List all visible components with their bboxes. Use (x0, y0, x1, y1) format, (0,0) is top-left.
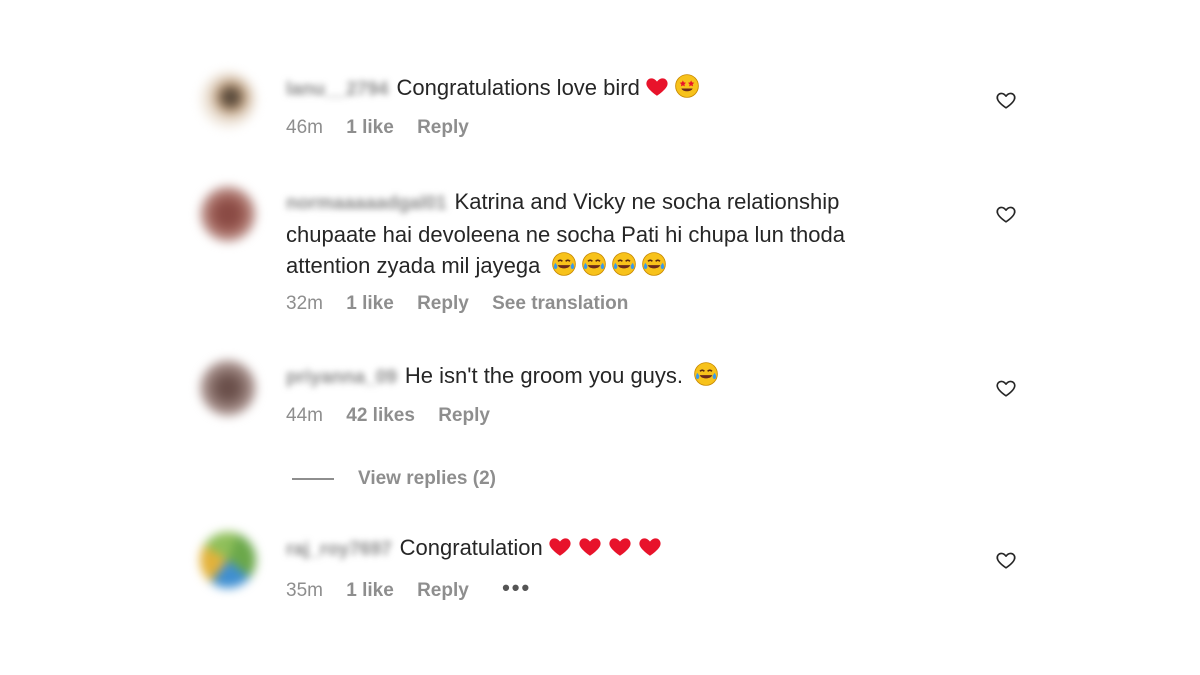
more-options-icon[interactable]: ••• (502, 577, 531, 599)
heart-outline-icon[interactable] (992, 546, 1020, 574)
heart-emoji (644, 73, 670, 99)
comment-item: lanu__2794 Congratulations love bird 46m … (200, 72, 1020, 162)
comment-meta: 44m 42 likes Reply (286, 405, 906, 427)
like-count[interactable]: 1 like (346, 580, 394, 602)
comment-body: lanu__2794 Congratulations love bird 46m … (286, 72, 906, 139)
joy-emoji (611, 251, 637, 277)
heart-emoji (547, 533, 573, 559)
comment-body: normaaaaadgal01 Katrina and Vicky ne soch… (286, 186, 906, 315)
heart-emoji (637, 533, 663, 559)
heart-outline-icon[interactable] (992, 86, 1020, 114)
comment-item: raj_roy7697 Congratulation 35m 1 like Rep… (200, 532, 1020, 622)
like-count[interactable]: 1 like (346, 117, 394, 139)
comment-text: Katrina and Vicky ne socha relationship (454, 189, 840, 214)
comment-username[interactable]: lanu__2794 (286, 74, 388, 105)
comment-text-line: normaaaaadgal01 Katrina and Vicky ne soch… (286, 186, 906, 219)
comment-text: chupaate hai devoleena ne socha Pati hi … (286, 222, 845, 247)
joy-emoji (581, 251, 607, 277)
avatar[interactable] (200, 532, 256, 588)
avatar[interactable] (200, 360, 256, 416)
comment-text-line: lanu__2794 Congratulations love bird (286, 72, 906, 105)
reply-button[interactable]: Reply (438, 405, 490, 427)
comment-text: Congratulation (399, 535, 543, 560)
like-count[interactable]: 42 likes (346, 405, 415, 427)
like-count[interactable]: 1 like (346, 293, 394, 315)
comment-time: 46m (286, 117, 323, 138)
comment-meta: 35m 1 like Reply ••• (286, 577, 906, 602)
comment-time: 35m (286, 580, 323, 601)
comment-item: priyanna_09 He isn't the groom you guys. … (200, 360, 1020, 450)
heart-outline-icon[interactable] (992, 374, 1020, 402)
comment-username[interactable]: raj_roy7697 (286, 534, 392, 565)
view-replies-button[interactable]: View replies (2) (292, 468, 496, 490)
joy-emoji (641, 251, 667, 277)
comment-body: raj_roy7697 Congratulation 35m 1 like Rep… (286, 532, 906, 602)
comment-username[interactable]: priyanna_09 (286, 362, 397, 393)
comment-text-line: priyanna_09 He isn't the groom you guys. (286, 360, 906, 393)
reply-button[interactable]: Reply (417, 580, 469, 602)
heart-emoji (607, 533, 633, 559)
comment-text-line: attention zyada mil jayega (286, 250, 906, 281)
heart-emoji (577, 533, 603, 559)
joy-emoji (551, 251, 577, 277)
comment-text: attention zyada mil jayega (286, 253, 541, 278)
view-replies-label: View replies (2) (358, 468, 496, 489)
comment-text: Congratulations love bird (396, 75, 640, 100)
comment-body: priyanna_09 He isn't the groom you guys. … (286, 360, 906, 427)
avatar[interactable] (200, 72, 256, 128)
comment-time: 44m (286, 405, 323, 426)
comment-item: normaaaaadgal01 Katrina and Vicky ne soch… (200, 186, 1020, 326)
comment-time: 32m (286, 293, 323, 314)
reply-button[interactable]: Reply (417, 117, 469, 139)
heart-outline-icon[interactable] (992, 200, 1020, 228)
comment-text-line: raj_roy7697 Congratulation (286, 532, 906, 565)
comments-list: lanu__2794 Congratulations love bird 46m … (0, 0, 1200, 675)
avatar[interactable] (200, 186, 256, 242)
reply-button[interactable]: Reply (417, 293, 469, 315)
comment-text: He isn't the groom you guys. (404, 363, 684, 388)
comment-username[interactable]: normaaaaadgal01 (286, 188, 447, 219)
joy-emoji (693, 361, 719, 387)
comment-text-line: chupaate hai devoleena ne socha Pati hi … (286, 219, 906, 250)
see-translation-button[interactable]: See translation (492, 293, 628, 315)
comment-meta: 46m 1 like Reply (286, 117, 906, 139)
divider (292, 478, 334, 480)
star-eyes-emoji (674, 73, 700, 99)
comment-meta: 32m 1 like Reply See translation (286, 293, 906, 315)
